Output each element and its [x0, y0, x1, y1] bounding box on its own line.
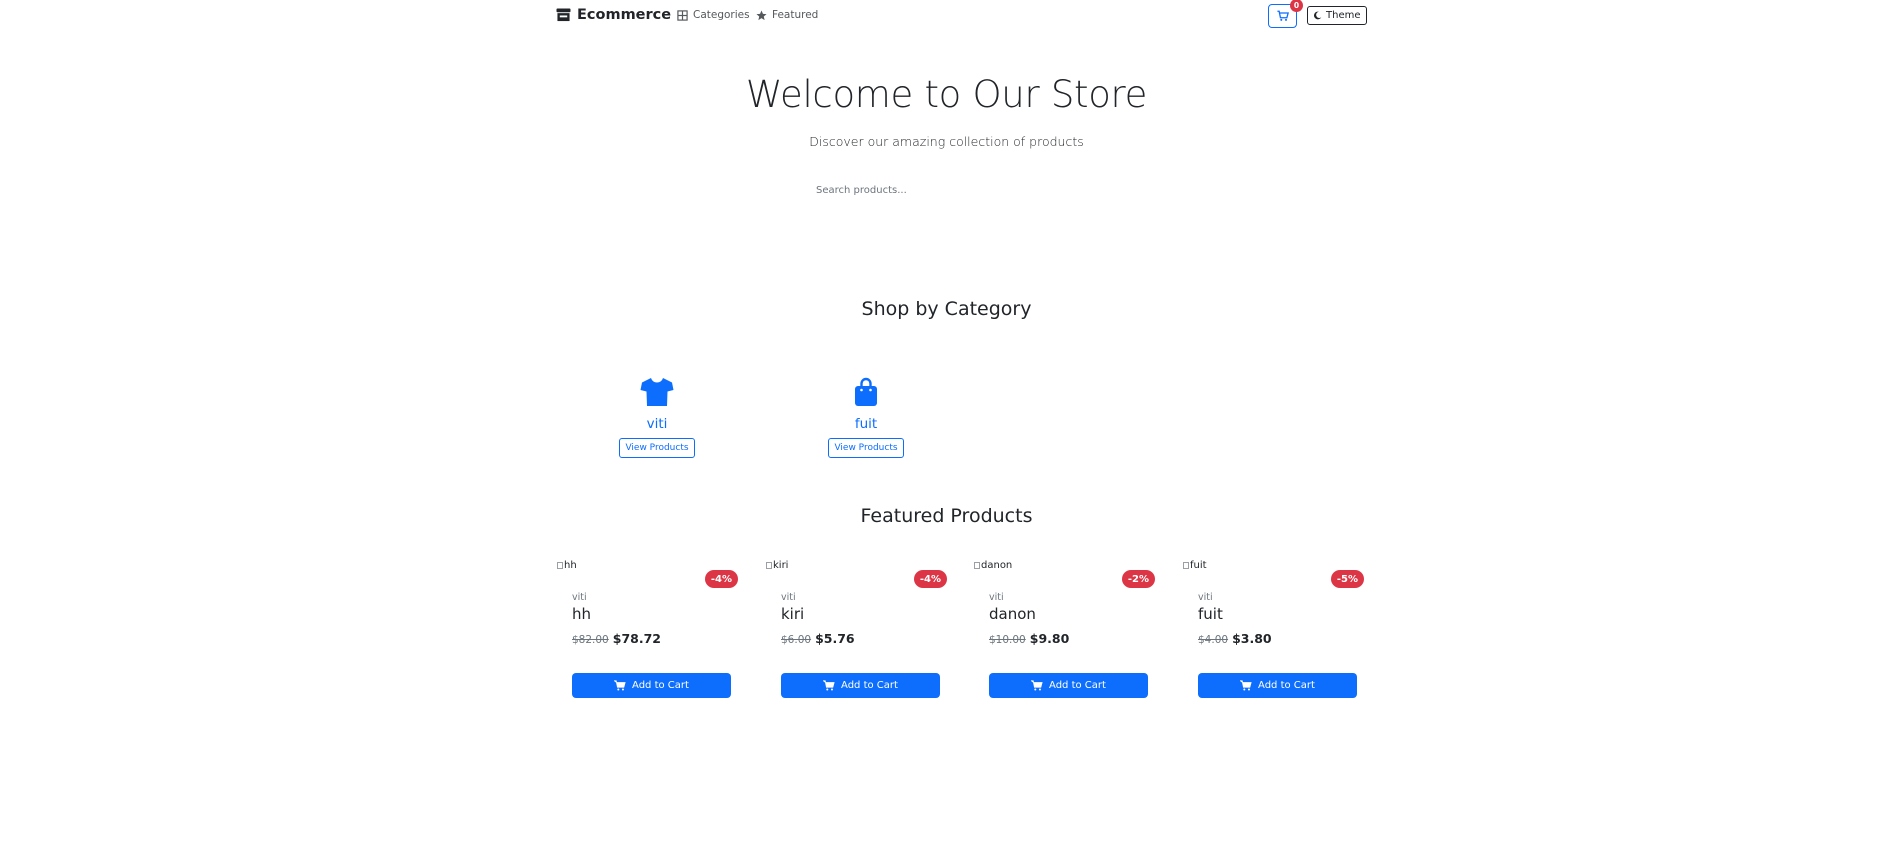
price-row: $82.00 $78.72	[572, 631, 661, 646]
cart-icon	[1031, 680, 1043, 691]
add-to-cart-label: Add to Cart	[1258, 680, 1315, 691]
product-name[interactable]: hh	[572, 605, 591, 623]
sale-price: $78.72	[612, 631, 661, 646]
product-image[interactable]: hh	[557, 560, 577, 571]
view-products-button[interactable]: View Products	[828, 438, 904, 458]
broken-image-icon	[974, 562, 980, 569]
product-card: fuit -5% viti fuit $4.00 $3.80 Add to Ca…	[1183, 560, 1364, 700]
grid-icon	[677, 9, 688, 21]
nav-categories-link[interactable]: Categories	[677, 9, 750, 21]
discount-badge: -2%	[1121, 570, 1155, 588]
theme-toggle-button[interactable]: Theme	[1307, 6, 1367, 25]
category-name[interactable]: viti	[647, 416, 668, 432]
price-row: $6.00 $5.76	[781, 631, 855, 646]
cart-icon	[614, 680, 626, 691]
add-to-cart-label: Add to Cart	[841, 680, 898, 691]
navbar: Ecommerce Categories Featured 0 Theme	[556, 0, 1367, 32]
broken-image-icon	[766, 562, 772, 569]
product-category: viti	[989, 592, 1004, 603]
hero-title: Welcome to Our Store	[745, 73, 1148, 116]
product-image[interactable]: fuit	[1183, 560, 1207, 571]
shopping-bag-icon	[855, 377, 877, 406]
add-to-cart-button[interactable]: Add to Cart	[989, 673, 1148, 698]
product-category: viti	[781, 592, 796, 603]
brand-link[interactable]: Ecommerce	[556, 7, 671, 23]
view-products-button[interactable]: View Products	[619, 438, 695, 458]
moon-icon	[1314, 11, 1322, 20]
category-card-viti: viti View Products	[587, 376, 727, 458]
price-row: $4.00 $3.80	[1198, 631, 1272, 646]
product-image-alt: fuit	[1190, 560, 1207, 571]
add-to-cart-button[interactable]: Add to Cart	[572, 673, 731, 698]
sale-price: $5.76	[815, 631, 855, 646]
tshirt-icon	[640, 378, 674, 406]
original-price: $10.00	[989, 634, 1026, 646]
cart-count-badge: 0	[1290, 0, 1303, 12]
theme-label: Theme	[1326, 10, 1361, 21]
original-price: $82.00	[572, 634, 609, 646]
broken-image-icon	[1183, 562, 1189, 569]
product-image[interactable]: kiri	[766, 560, 788, 571]
search-input[interactable]	[812, 180, 1082, 200]
discount-badge: -4%	[704, 570, 738, 588]
sale-price: $9.80	[1029, 631, 1070, 646]
add-to-cart-label: Add to Cart	[1049, 680, 1106, 691]
product-image-alt: kiri	[773, 560, 789, 571]
product-category: viti	[572, 592, 587, 603]
discount-badge: -5%	[1330, 570, 1364, 588]
product-name[interactable]: danon	[989, 605, 1036, 623]
sale-price: $3.80	[1232, 631, 1272, 646]
product-name[interactable]: kiri	[781, 605, 804, 623]
brand-name: Ecommerce	[577, 7, 672, 23]
original-price: $6.00	[781, 634, 812, 646]
category-card-fuit: fuit View Products	[796, 376, 936, 458]
product-name[interactable]: fuit	[1198, 605, 1223, 623]
cart-icon	[1240, 680, 1252, 691]
cart-icon	[823, 680, 835, 691]
product-image-alt: hh	[564, 560, 577, 571]
featured-products-title: Featured Products	[860, 505, 1033, 527]
category-name[interactable]: fuit	[855, 416, 877, 432]
product-card: danon -2% viti danon $10.00 $9.80 Add to…	[974, 560, 1155, 700]
shop-by-category-title: Shop by Category	[861, 298, 1032, 320]
product-image[interactable]: danon	[974, 560, 1012, 571]
product-card: hh -4% viti hh $82.00 $78.72 Add to Cart	[557, 560, 738, 700]
broken-image-icon	[557, 562, 563, 569]
add-to-cart-button[interactable]: Add to Cart	[1198, 673, 1357, 698]
cart-button[interactable]: 0	[1268, 0, 1303, 28]
add-to-cart-label: Add to Cart	[632, 680, 689, 691]
product-card: kiri -4% viti kiri $6.00 $5.76 Add to Ca…	[766, 560, 947, 700]
cart-icon	[1276, 10, 1289, 21]
original-price: $4.00	[1198, 634, 1229, 646]
star-icon	[756, 9, 767, 20]
store-icon	[556, 8, 571, 22]
hero-subtitle: Discover our amazing collection of produ…	[809, 134, 1084, 149]
discount-badge: -4%	[913, 570, 947, 588]
nav-featured-link[interactable]: Featured	[756, 9, 818, 21]
add-to-cart-button[interactable]: Add to Cart	[781, 673, 940, 698]
product-image-alt: danon	[981, 560, 1013, 571]
nav-categories-label: Categories	[693, 9, 750, 21]
product-category: viti	[1198, 592, 1213, 603]
price-row: $10.00 $9.80	[989, 631, 1069, 646]
nav-featured-label: Featured	[772, 9, 819, 21]
